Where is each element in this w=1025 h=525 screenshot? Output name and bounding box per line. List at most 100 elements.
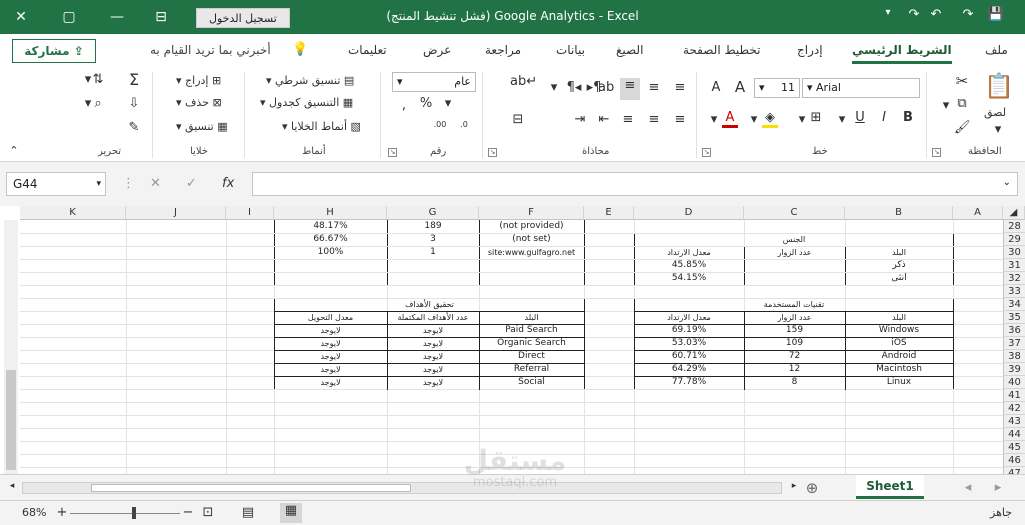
row-header[interactable]: 42 [1003, 402, 1025, 415]
paste-button[interactable]: لصق [984, 106, 1006, 119]
table-cell[interactable]: Windows [845, 324, 953, 337]
number-format-select[interactable]: ▾ عام [392, 72, 476, 92]
top-align-icon[interactable]: ≡ [672, 80, 688, 95]
tab-page-layout[interactable]: تخطيط الصفحة [683, 43, 760, 57]
select-all-corner[interactable]: ◢ [1003, 206, 1025, 220]
table-cell[interactable]: 60.71% [634, 350, 744, 363]
table-cell[interactable]: Referral [479, 363, 584, 376]
font-size-select[interactable]: ▾ 11 [754, 78, 800, 98]
row-header[interactable]: 31 [1003, 259, 1025, 272]
table-cell[interactable]: 69.19% [634, 324, 744, 337]
table-cell[interactable]: ذكر [845, 259, 953, 272]
font-color-icon[interactable]: A [722, 110, 738, 128]
align-right-icon[interactable]: ≡ [620, 112, 636, 127]
text-direction-icon[interactable]: ▾ [546, 80, 562, 95]
table-cell[interactable]: لايوجد [387, 363, 479, 376]
row-header[interactable]: 30 [1003, 246, 1025, 259]
launcher-icon[interactable]: ↘ [388, 148, 397, 157]
save-icon[interactable]: 💾 [986, 7, 1006, 22]
zoom-level[interactable]: 68% [22, 506, 46, 519]
tell-me-input[interactable]: أخبرني بما تريد القيام به [150, 43, 271, 57]
middle-align-icon[interactable]: ≡ [646, 80, 662, 95]
table-cell[interactable]: 45.85% [634, 259, 744, 272]
table-cell[interactable]: Android [845, 350, 953, 363]
bold-icon[interactable]: B [900, 110, 916, 125]
zoom-in-icon[interactable]: + [54, 505, 70, 520]
column-header[interactable]: A [953, 206, 1003, 220]
launcher-icon[interactable]: ↘ [702, 148, 711, 157]
clear-icon[interactable]: ✎ [126, 120, 142, 135]
table-cell[interactable]: لايوجد [387, 337, 479, 350]
underline-icon[interactable]: U [852, 110, 868, 125]
new-sheet-icon[interactable]: ⊕ [804, 479, 820, 497]
dropdown-icon[interactable]: ▾ [938, 98, 954, 113]
fill-icon[interactable]: ⇩ [126, 96, 142, 111]
column-header[interactable]: J [126, 206, 226, 220]
align-left-icon[interactable]: ≡ [672, 112, 688, 127]
prev-sheet-icon[interactable]: ◂ [960, 480, 976, 495]
table-cell[interactable]: لايوجد [274, 363, 387, 376]
dropdown-icon[interactable]: ▾ [746, 112, 762, 127]
row-header[interactable]: 35 [1003, 311, 1025, 324]
delete-cells-button[interactable]: ▾ حذف ⊠ [176, 96, 222, 109]
launcher-icon[interactable]: ↘ [488, 148, 497, 157]
italic-icon[interactable]: I [876, 110, 892, 125]
autosum-icon[interactable]: Σ [126, 70, 142, 89]
find-select-icon[interactable]: ⌕ [90, 96, 106, 111]
table-cell[interactable]: 3 [387, 233, 479, 246]
row-header[interactable]: 28 [1003, 220, 1025, 233]
tab-home[interactable]: الشريط الرئيسي [852, 43, 952, 64]
redo-icon[interactable]: ↷ [904, 7, 924, 22]
table-cell[interactable]: 100% [274, 246, 387, 259]
table-cell[interactable]: 72 [744, 350, 845, 363]
table-cell[interactable]: لايوجد [274, 337, 387, 350]
tab-view[interactable]: عرض [423, 43, 451, 57]
page-layout-view-icon[interactable]: ▤ [240, 505, 256, 520]
sheet-tab[interactable]: Sheet1 [856, 475, 924, 499]
table-cell[interactable]: لايوجد [274, 376, 387, 389]
table-cell[interactable]: Direct [479, 350, 584, 363]
row-header[interactable]: 33 [1003, 285, 1025, 298]
table-cell[interactable]: (not set) [479, 233, 584, 246]
table-cell[interactable]: لايوجد [274, 324, 387, 337]
decrease-decimal-icon[interactable]: .00 [432, 120, 448, 129]
share-button[interactable]: مشاركة ⇪ [12, 39, 96, 63]
name-box[interactable]: G44 ▾ [6, 172, 106, 196]
table-cell[interactable]: iOS [845, 337, 953, 350]
format-as-table-button[interactable]: ▾ التنسيق كجدول ▦ [260, 96, 353, 109]
decrease-font-icon[interactable]: A [708, 80, 724, 95]
next-sheet-icon[interactable]: ▸ [990, 480, 1006, 495]
column-header[interactable]: K [20, 206, 126, 220]
horizontal-scrollbar[interactable] [22, 482, 782, 494]
wrap-text-icon[interactable]: ab↵ [510, 74, 537, 89]
column-header[interactable]: C [744, 206, 845, 220]
copy-icon[interactable]: ⧉ [954, 96, 970, 111]
increase-decimal-icon[interactable]: .0 [456, 120, 472, 129]
tab-review[interactable]: مراجعة [485, 43, 521, 57]
conditional-formatting-button[interactable]: ▾ تنسيق شرطي ▤ [266, 74, 354, 87]
format-cells-button[interactable]: ▾ تنسيق ▦ [176, 120, 228, 133]
orientation-icon[interactable]: ab [598, 80, 614, 95]
currency-icon[interactable]: ▾ [440, 96, 456, 111]
table-cell[interactable]: 1 [387, 246, 479, 259]
bottom-align-icon[interactable]: ≡ [620, 78, 640, 100]
row-header[interactable]: 45 [1003, 441, 1025, 454]
table-cell[interactable]: 64.29% [634, 363, 744, 376]
align-center-icon[interactable]: ≡ [646, 112, 662, 127]
increase-font-icon[interactable]: A [732, 78, 748, 96]
column-header[interactable]: H [274, 206, 387, 220]
scroll-thumb[interactable] [6, 370, 16, 470]
comma-style-icon[interactable]: , [396, 98, 412, 113]
row-header[interactable]: 29 [1003, 233, 1025, 246]
table-cell[interactable]: 54.15% [634, 272, 744, 285]
table-cell[interactable]: لايوجد [387, 376, 479, 389]
formula-input[interactable]: ⌄ [252, 172, 1018, 196]
paste-icon[interactable]: 📋 [984, 72, 1014, 100]
table-cell[interactable]: Organic Search [479, 337, 584, 350]
tab-insert[interactable]: إدراج [797, 43, 823, 57]
table-cell[interactable]: 12 [744, 363, 845, 376]
row-header[interactable]: 46 [1003, 454, 1025, 467]
increase-indent-icon[interactable]: ⇥ [572, 112, 588, 127]
row-header[interactable]: 32 [1003, 272, 1025, 285]
table-cell[interactable]: 77.78% [634, 376, 744, 389]
